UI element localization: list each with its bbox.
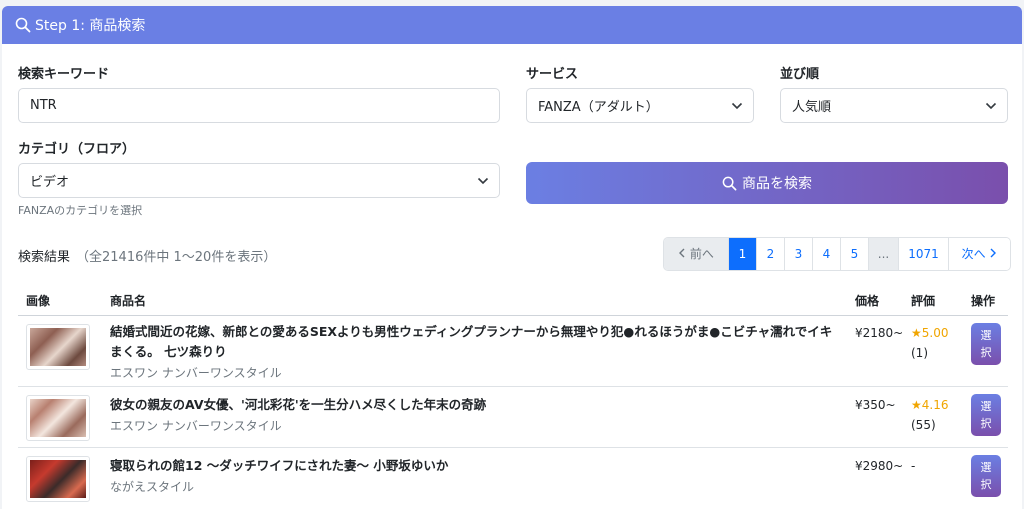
- card-header-title: Step 1: 商品検索: [35, 18, 146, 34]
- select-button[interactable]: 選択: [971, 455, 1001, 497]
- pagination-page-2[interactable]: 2: [756, 238, 784, 270]
- product-title[interactable]: 結婚式間近の花嫁、新郎との愛あるSEXよりも男性ウェディングプランナーから無理や…: [110, 322, 840, 362]
- product-title[interactable]: 彼女の親友のAV女優、'河北彩花'を一生分ハメ尽くした年末の奇跡: [110, 395, 840, 415]
- product-thumbnail: [26, 456, 90, 502]
- pagination-prev-label: 前へ: [689, 247, 714, 261]
- column-header-rating: 評価: [911, 294, 936, 308]
- row-divider: [18, 447, 1008, 448]
- sort-select[interactable]: 人気順: [780, 88, 1008, 123]
- product-rating: -: [911, 456, 915, 476]
- pagination-page-1[interactable]: 1: [728, 238, 756, 270]
- service-select-value: FANZA（アダルト）: [538, 100, 659, 115]
- product-price: ¥2980~: [855, 459, 904, 473]
- product-maker: ながえスタイル: [110, 480, 195, 494]
- pagination-ellipsis: ...: [868, 238, 898, 270]
- service-select[interactable]: FANZA（アダルト）: [526, 88, 754, 123]
- search-button-label: 商品を検索: [742, 176, 812, 192]
- product-thumbnail: [26, 395, 90, 441]
- rating-stars: ★4.16: [911, 398, 949, 412]
- column-header-name: 商品名: [110, 294, 147, 308]
- search-button[interactable]: 商品を検索: [526, 162, 1008, 204]
- product-title[interactable]: 寝取られの館12 ～ダッチワイフにされた妻～ 小野坂ゆいか: [110, 456, 840, 476]
- product-maker: エスワン ナンバーワンスタイル: [110, 419, 282, 433]
- keyword-input-value: NTR: [30, 98, 57, 113]
- product-maker: エスワン ナンバーワンスタイル: [110, 366, 282, 380]
- rating-count: (1): [911, 346, 928, 360]
- chevron-down-icon: [731, 102, 743, 109]
- keyword-label: 検索キーワード: [18, 67, 110, 82]
- column-header-price: 価格: [855, 294, 880, 308]
- result-info: 検索結果 （全21416件中 1〜20件を表示）: [18, 246, 276, 265]
- product-thumbnail: [26, 324, 90, 370]
- pagination-prev[interactable]: 前へ: [664, 238, 728, 270]
- chevron-right-icon: [990, 248, 997, 258]
- product-rating: ★5.00 (1): [911, 323, 948, 363]
- row-divider: [18, 386, 1008, 387]
- pagination: 前へ 1 2 3 4 5 ... 1071 次へ: [663, 237, 1011, 271]
- search-icon: [722, 176, 737, 190]
- table-header-divider: [18, 315, 1008, 316]
- pagination-page-4[interactable]: 4: [812, 238, 840, 270]
- pagination-next[interactable]: 次へ: [948, 238, 1010, 270]
- result-summary: （全21416件中 1〜20件を表示）: [76, 250, 277, 265]
- result-label: 検索結果: [18, 250, 71, 265]
- card-header: Step 1: 商品検索: [2, 6, 1022, 44]
- category-help-text: FANZAのカテゴリを選択: [18, 204, 143, 217]
- rating-count: (55): [911, 418, 936, 432]
- product-rating: ★4.16 (55): [911, 395, 948, 435]
- rating-stars: -: [911, 459, 916, 473]
- chevron-down-icon: [985, 102, 997, 109]
- category-select-value: ビデオ: [30, 175, 70, 190]
- pagination-next-label: 次へ: [961, 247, 986, 261]
- rating-stars: ★5.00: [911, 326, 949, 340]
- column-header-action: 操作: [971, 294, 996, 308]
- pagination-page-last[interactable]: 1071: [898, 238, 948, 270]
- product-price: ¥350~: [855, 398, 896, 412]
- chevron-left-icon: [679, 248, 685, 258]
- search-icon: [15, 17, 31, 33]
- chevron-down-icon: [477, 177, 489, 184]
- pagination-page-5[interactable]: 5: [840, 238, 868, 270]
- category-select[interactable]: ビデオ: [18, 163, 500, 198]
- column-header-image: 画像: [26, 294, 51, 308]
- sort-label: 並び順: [780, 67, 820, 82]
- category-label: カテゴリ（フロア）: [18, 142, 136, 157]
- keyword-input[interactable]: NTR: [18, 88, 500, 123]
- service-label: サービス: [526, 67, 579, 82]
- select-button[interactable]: 選択: [971, 394, 1001, 436]
- select-button[interactable]: 選択: [971, 323, 1001, 365]
- product-price: ¥2180~: [855, 326, 904, 340]
- sort-select-value: 人気順: [792, 100, 832, 115]
- pagination-page-3[interactable]: 3: [784, 238, 812, 270]
